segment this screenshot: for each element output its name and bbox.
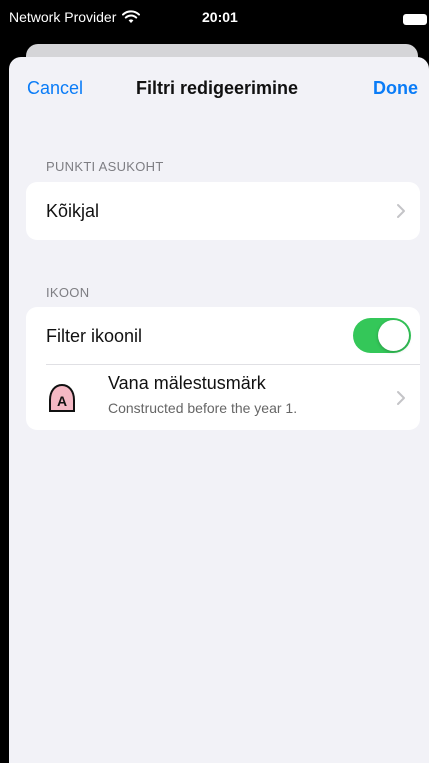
- location-value: Kõikjal: [46, 201, 100, 221]
- status-bar: Network Provider 20:01: [0, 0, 429, 34]
- icon-item-subtitle: Constructed before the year 1.: [108, 400, 298, 416]
- status-time: 20:01: [202, 9, 238, 25]
- filter-icon-toggle[interactable]: [353, 318, 411, 353]
- location-group: Kõikjal: [26, 182, 420, 240]
- icon-letter: A: [57, 393, 67, 409]
- filter-edit-sheet: Cancel Filtri redigeerimine Done PUNKTI …: [9, 57, 429, 763]
- navigation-bar: Cancel Filtri redigeerimine Done: [9, 57, 429, 121]
- carrier-label: Network Provider: [9, 9, 117, 25]
- filter-icon-label: Filter ikoonil: [46, 326, 143, 346]
- section-header-icon: IKOON: [46, 285, 90, 300]
- icon-group: Filter ikoonil A Vana mälestusmärk Const…: [26, 307, 420, 430]
- wifi-icon: [122, 10, 141, 23]
- done-button[interactable]: Done: [373, 78, 418, 99]
- location-row[interactable]: Kõikjal: [26, 182, 420, 240]
- chevron-right-icon: [397, 391, 405, 405]
- toggle-knob: [378, 320, 409, 351]
- status-carrier-group: Network Provider: [9, 9, 141, 25]
- page-title: Filtri redigeerimine: [135, 78, 299, 98]
- section-header-location: PUNKTI ASUKOHT: [46, 159, 164, 174]
- battery-icon: [403, 14, 427, 25]
- icon-item-title: Vana mälestusmärk: [108, 373, 266, 393]
- chevron-right-icon: [397, 204, 405, 218]
- filter-icon-row: Filter ikoonil: [26, 307, 420, 364]
- monument-a-icon: A: [49, 383, 75, 412]
- icon-item-row[interactable]: A Vana mälestusmärk Constructed before t…: [26, 365, 420, 430]
